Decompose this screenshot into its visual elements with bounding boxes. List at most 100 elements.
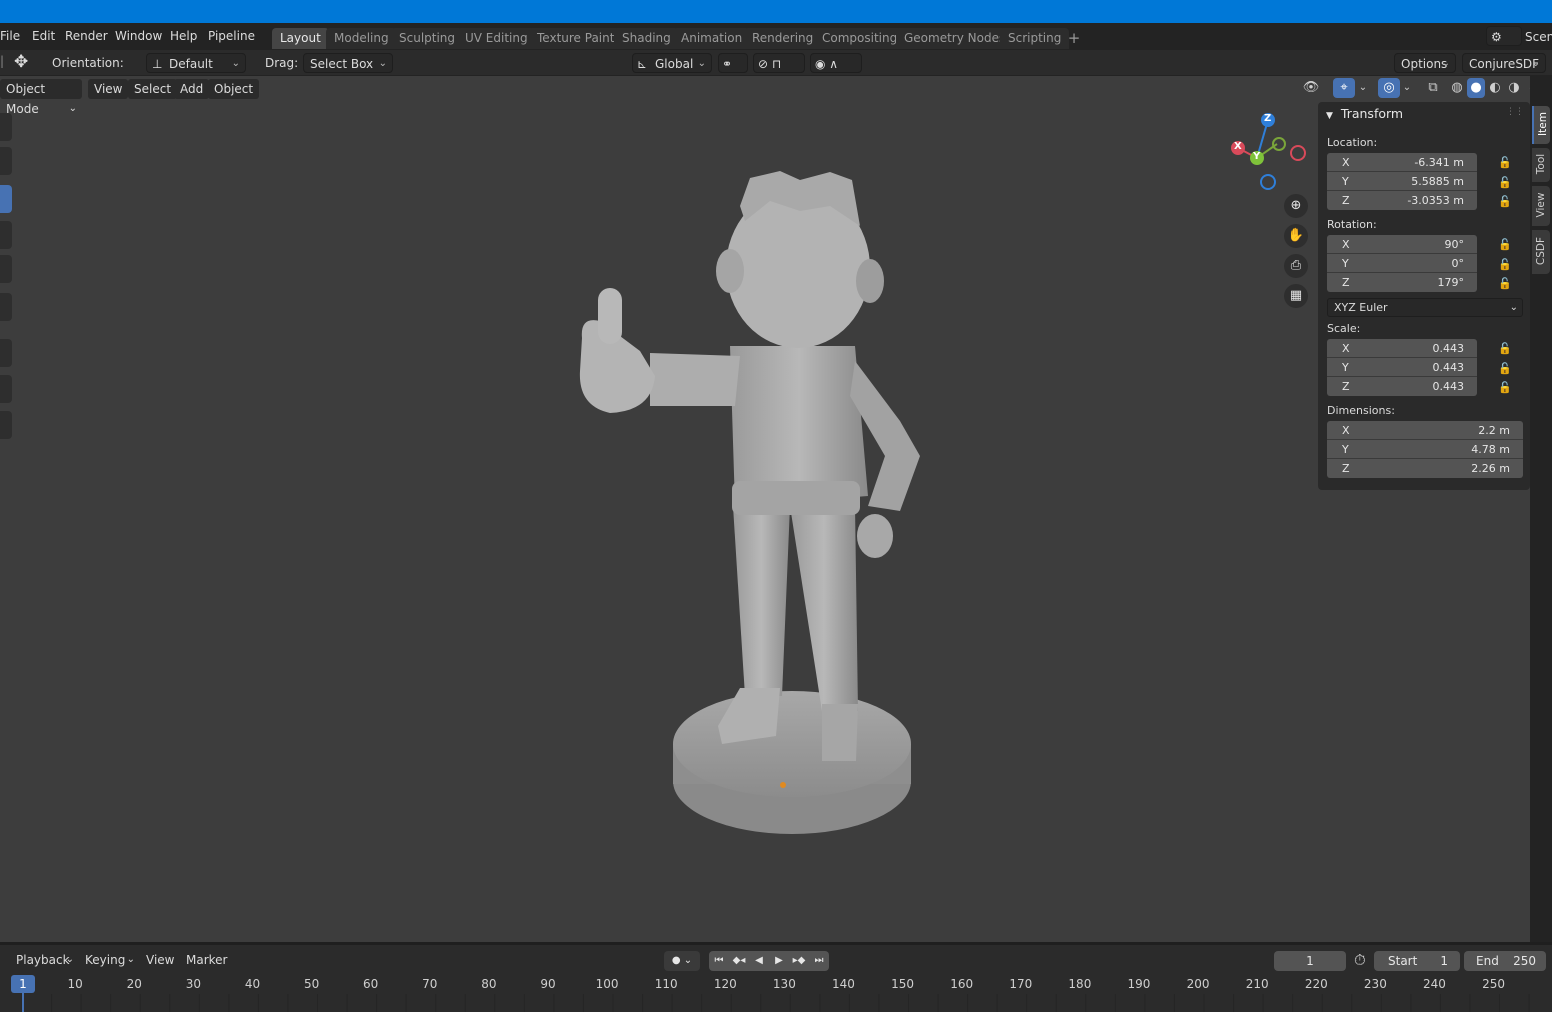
navigation-gizmo[interactable]: Z X Y: [1222, 108, 1312, 198]
lock-icon[interactable]: 🔓: [1498, 258, 1512, 271]
menu-render[interactable]: Render: [65, 29, 108, 43]
xray-icon[interactable]: ⧉: [1422, 78, 1444, 98]
transform-orientation-dropdown[interactable]: ⊾ Global ⌄: [632, 53, 712, 73]
tab-scripting[interactable]: Scripting: [1000, 28, 1070, 49]
jump-to-end-icon[interactable]: ⏭: [809, 951, 829, 971]
material-shading-icon[interactable]: ◐: [1486, 78, 1504, 98]
lock-icon[interactable]: 🔓: [1498, 156, 1512, 169]
overlays-icon[interactable]: ◎: [1378, 78, 1400, 98]
lock-icon[interactable]: 🔓: [1498, 362, 1512, 375]
gizmo-toggle-icon[interactable]: ⌖: [1333, 78, 1355, 98]
jump-to-keyframe-back-icon[interactable]: ◆◂: [729, 951, 749, 971]
tab-uv-editing[interactable]: UV Editing: [457, 28, 536, 49]
lock-icon[interactable]: 🔓: [1498, 238, 1512, 251]
jump-to-keyframe-forward-icon[interactable]: ▸◆: [789, 951, 809, 971]
dimensions-y-field[interactable]: Y 4.78 m: [1327, 440, 1523, 459]
transform-panel-header[interactable]: ▼ Transform: [1326, 106, 1403, 121]
playhead-frame-indicator[interactable]: 1: [11, 975, 35, 993]
end-frame-field[interactable]: End 250: [1464, 951, 1546, 971]
keying-menu[interactable]: Keying ⌄: [79, 950, 137, 970]
camera-icon[interactable]: ⎙: [1284, 254, 1308, 278]
scale-tool-icon[interactable]: [0, 255, 12, 283]
proportional-editing-dropdown[interactable]: ◉ ∧: [810, 53, 862, 73]
menu-edit[interactable]: Edit: [32, 29, 55, 43]
scale-x-field[interactable]: X 0.443: [1327, 339, 1477, 358]
transform-tool-icon[interactable]: [0, 293, 12, 321]
add-workspace-button[interactable]: +: [1064, 28, 1084, 49]
chevron-down-icon[interactable]: ⌄: [1356, 78, 1370, 98]
menu-file[interactable]: File: [0, 29, 20, 43]
dimensions-z-field[interactable]: Z 2.26 m: [1327, 459, 1523, 478]
tab-geometry-nodes[interactable]: Geometry Nodes: [896, 28, 1014, 49]
menu-window[interactable]: Window: [115, 29, 162, 43]
zoom-icon[interactable]: ⊕: [1284, 194, 1308, 218]
orientation-dropdown[interactable]: ⊥ Default ⌄: [146, 53, 246, 73]
lock-icon[interactable]: 🔓: [1498, 381, 1512, 394]
annotate-tool-icon[interactable]: [0, 339, 12, 367]
move-tool-icon[interactable]: ✥: [14, 52, 28, 72]
pivot-point-dropdown[interactable]: ⚭: [718, 53, 748, 73]
scale-z-field[interactable]: Z 0.443: [1327, 377, 1477, 396]
playback-menu[interactable]: Playback ⌄: [10, 950, 76, 970]
location-y-field[interactable]: Y 5.5885 m: [1327, 172, 1477, 191]
scale-y-field[interactable]: Y 0.443: [1327, 358, 1477, 377]
wireframe-shading-icon[interactable]: ◍: [1448, 78, 1466, 98]
viewport-menu-object[interactable]: Object: [208, 79, 260, 99]
drag-dropdown[interactable]: Select Box ⌄: [303, 53, 393, 73]
tab-compositing[interactable]: Compositing: [814, 28, 906, 49]
add-cube-tool-icon[interactable]: [0, 411, 12, 439]
tab-view[interactable]: View: [1532, 186, 1550, 226]
rendered-shading-icon[interactable]: ◑: [1505, 78, 1523, 98]
select-tool-icon[interactable]: [0, 113, 12, 141]
clock-icon[interactable]: ⏱: [1354, 951, 1366, 969]
tab-shading[interactable]: Shading: [614, 28, 679, 49]
cursor-tool-icon[interactable]: [0, 147, 12, 175]
mode-dropdown[interactable]: Object Mode ⌄: [0, 79, 82, 116]
lock-icon[interactable]: 🔓: [1498, 277, 1512, 290]
tab-layout[interactable]: Layout: [272, 28, 329, 49]
drag-handle-icon[interactable]: ⋮⋮: [1506, 107, 1524, 117]
viewport-menu-add[interactable]: Add: [174, 79, 210, 99]
grid-perspective-icon[interactable]: ▦: [1284, 284, 1308, 308]
dimensions-x-field[interactable]: X 2.2 m: [1327, 421, 1523, 440]
measure-tool-icon[interactable]: [0, 375, 12, 403]
conjuresdf-dropdown[interactable]: ConjureSDF ⌄: [1462, 53, 1546, 73]
timeline-ruler[interactable]: 10 20 30 40 50 60 70 80 90 100 110 120 130 140 150 160 1…: [0, 972, 1552, 1012]
tab-modeling[interactable]: Modeling: [326, 28, 397, 49]
solid-shading-icon[interactable]: ●: [1467, 78, 1485, 98]
rotation-mode-dropdown[interactable]: XYZ Euler ⌄: [1327, 298, 1523, 317]
play-reverse-icon[interactable]: ◀: [749, 951, 769, 971]
menu-help[interactable]: Help: [170, 29, 197, 43]
tab-texture-paint[interactable]: Texture Paint: [529, 28, 623, 49]
lock-icon[interactable]: 🔓: [1498, 195, 1512, 208]
tab-item[interactable]: Item: [1532, 106, 1550, 144]
tab-tool[interactable]: Tool: [1532, 148, 1550, 182]
play-icon[interactable]: ▶: [769, 951, 789, 971]
marker-menu[interactable]: Marker: [180, 950, 234, 970]
menu-pipeline[interactable]: Pipeline: [208, 29, 255, 43]
tab-animation[interactable]: Animation: [673, 28, 751, 49]
scene-selector[interactable]: Scene: [1525, 30, 1552, 44]
rotation-x-field[interactable]: X 90°: [1327, 235, 1477, 254]
tab-csdf[interactable]: CSDF: [1532, 230, 1550, 274]
lock-icon[interactable]: 🔓: [1498, 342, 1512, 355]
viewport-menu-select[interactable]: Select: [128, 79, 178, 99]
options-dropdown[interactable]: Options ⌄: [1394, 53, 1456, 73]
tab-rendering[interactable]: Rendering: [744, 28, 822, 49]
rotate-tool-icon[interactable]: [0, 221, 12, 249]
rotation-z-field[interactable]: Z 179°: [1327, 273, 1477, 292]
current-frame-field[interactable]: 1: [1274, 951, 1346, 971]
tab-sculpting[interactable]: Sculpting: [391, 28, 464, 49]
pan-hand-icon[interactable]: ✋: [1284, 224, 1308, 248]
viewport-menu-view[interactable]: View: [88, 79, 129, 99]
start-frame-field[interactable]: Start 1: [1374, 951, 1460, 971]
timeline-view-menu[interactable]: View: [140, 950, 181, 970]
scene-type-dropdown[interactable]: ⚙: [1486, 26, 1522, 46]
snap-dropdown[interactable]: ⊘ ⊓: [753, 53, 805, 73]
visibility-icon[interactable]: 👁: [1296, 78, 1326, 98]
location-x-field[interactable]: X -6.341 m: [1327, 153, 1477, 172]
lock-icon[interactable]: 🔓: [1498, 176, 1512, 189]
move-tool-button[interactable]: [0, 185, 12, 213]
auto-keying-toggle[interactable]: ● ⌄: [664, 951, 700, 971]
location-z-field[interactable]: Z -3.0353 m: [1327, 191, 1477, 210]
